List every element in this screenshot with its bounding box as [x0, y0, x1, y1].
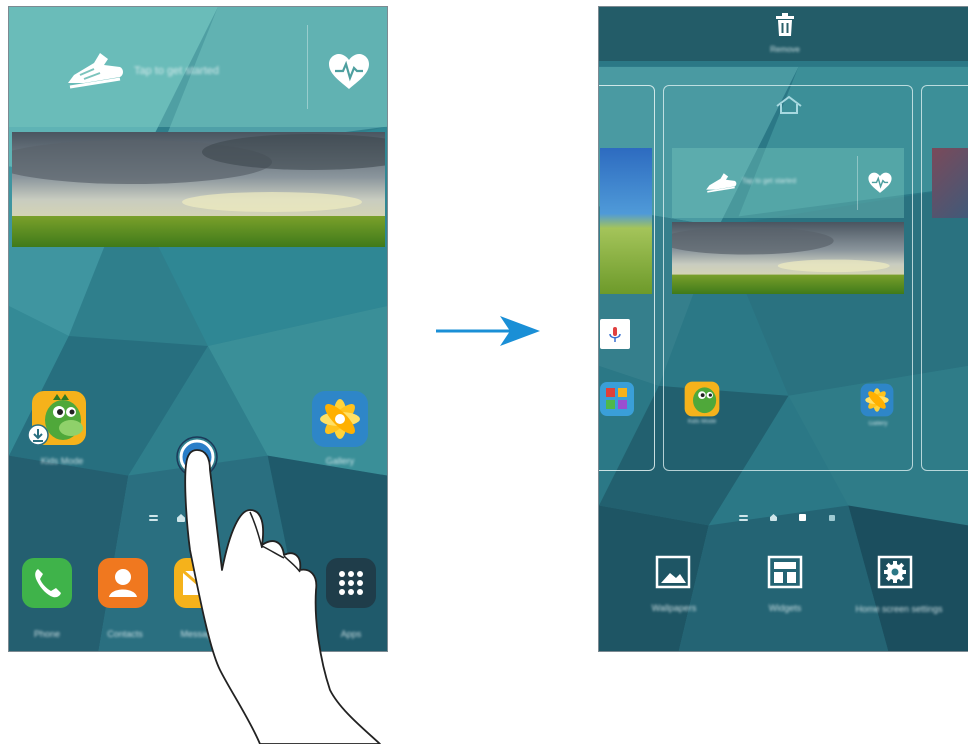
- running-shoe-icon: [704, 170, 738, 194]
- remove-bar[interactable]: Remove: [599, 7, 968, 61]
- pinch-finger-gesture: [170, 430, 390, 744]
- photo-widget[interactable]: [12, 132, 385, 247]
- indicator-menu: [739, 515, 748, 517]
- s-health-widget-mini: Tap to get started: [672, 148, 904, 218]
- option-label: Widgets: [768, 603, 802, 613]
- page-indicator: [737, 512, 847, 524]
- home-page-preview-main[interactable]: Tap to get started Kids Mode Gallery: [663, 85, 913, 471]
- app-label: Gallery: [868, 421, 888, 427]
- play-store-folder-icon: [600, 382, 634, 416]
- widget-divider: [857, 156, 858, 210]
- trash-icon: [774, 13, 796, 37]
- dock-contacts[interactable]: Contacts: [97, 557, 157, 639]
- home-page-preview-right[interactable]: [921, 85, 968, 471]
- contacts-icon: [98, 558, 148, 608]
- option-widgets[interactable]: Widgets: [749, 555, 829, 645]
- app-label: Kids Mode: [40, 456, 84, 466]
- home-page-indicator-icon[interactable]: [774, 94, 804, 116]
- settings-gear-icon: [877, 555, 913, 589]
- app-label: Kids Mode: [687, 419, 717, 425]
- photo-widget-mini: [672, 222, 904, 294]
- app-gallery-mini: Gallery: [860, 383, 900, 433]
- widget-label: Tap to get started: [742, 178, 797, 185]
- dock-label: Contacts: [107, 629, 143, 639]
- dock-label: Phone: [33, 629, 61, 639]
- dock-phone[interactable]: Phone: [21, 557, 81, 639]
- page-photo: [600, 148, 652, 294]
- option-wallpapers[interactable]: Wallpapers: [633, 555, 713, 645]
- option-home-screen-settings[interactable]: Home screen settings: [849, 555, 959, 645]
- wallpaper-icon: [655, 555, 691, 589]
- s-health-widget[interactable]: Tap to get started: [9, 7, 387, 127]
- app-kids-mode-mini: Kids Mode: [684, 381, 724, 431]
- indicator-page-active: [799, 514, 806, 521]
- indicator-home: [770, 514, 777, 521]
- app-kids-mode[interactable]: Kids Mode: [27, 390, 87, 470]
- dinosaur-icon: [684, 381, 720, 417]
- heart-rate-icon: [867, 172, 893, 194]
- widgets-icon: [767, 555, 803, 589]
- indicator-page: [829, 515, 835, 521]
- google-search-bar: [600, 319, 630, 349]
- heart-rate-icon[interactable]: [327, 53, 371, 91]
- home-page-preview-left[interactable]: [599, 85, 655, 471]
- page-photo: [932, 148, 968, 218]
- transition-arrow-icon: [436, 314, 542, 348]
- running-shoe-icon: [64, 49, 126, 89]
- phone-icon: [22, 558, 72, 608]
- option-label: Wallpapers: [651, 603, 697, 613]
- remove-label: Remove: [770, 45, 800, 54]
- indicator-menu: [149, 515, 158, 517]
- microphone-icon: [609, 327, 621, 342]
- widget-divider: [307, 25, 308, 109]
- widget-label: Tap to get started: [134, 65, 219, 77]
- option-label: Home screen settings: [855, 604, 943, 614]
- gallery-flower-icon: [860, 383, 894, 417]
- home-screen-edit-mode: Remove Tap to get started Kids Mode Gall…: [598, 6, 968, 652]
- download-badge-icon: [27, 424, 49, 446]
